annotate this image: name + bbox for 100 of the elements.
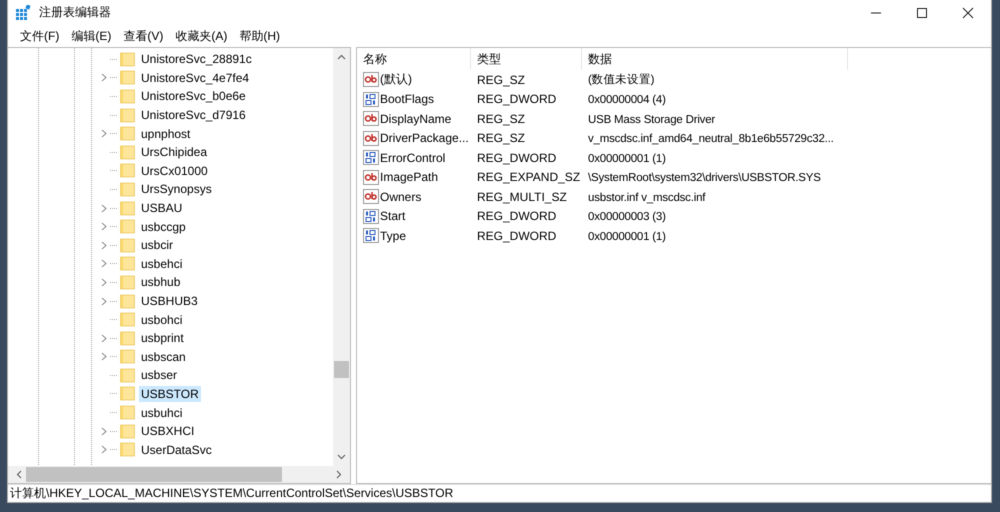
menu-item[interactable]: 收藏夹(A) <box>169 28 234 44</box>
tree-item[interactable]: usbcir <box>139 237 176 254</box>
value-data: v_mscdsc.inf_amd64_neutral_8b1e6b55729c32... <box>588 133 834 146</box>
tree-item[interactable]: usbehci <box>139 256 184 272</box>
value-name[interactable]: DriverPackage... <box>380 131 469 146</box>
expand-chevron-icon[interactable] <box>100 129 108 138</box>
column-header[interactable]: 数据 <box>582 48 848 70</box>
value-name[interactable]: DisplayName <box>380 112 452 126</box>
value-type: REG_DWORD <box>477 92 556 106</box>
value-type: REG_DWORD <box>477 209 556 224</box>
tree-item[interactable]: UrsChipidea <box>139 144 210 160</box>
value-data: usbstor.inf v_mscdsc.inf <box>588 192 706 204</box>
folder-icon <box>120 52 135 67</box>
folder-icon <box>120 330 135 346</box>
expand-chevron-icon[interactable] <box>100 334 108 343</box>
expand-chevron-icon[interactable] <box>100 240 108 250</box>
binary-value-icon <box>363 228 379 244</box>
value-name[interactable]: (默认) <box>380 71 412 88</box>
key-path: 计算机\HKEY_LOCAL_MACHINE\SYSTEM\CurrentControlSet\Services\USBSTOR <box>10 485 454 502</box>
tree-item[interactable]: usbohci <box>139 312 184 328</box>
folder-icon <box>120 386 135 402</box>
vertical-scrollbar[interactable] <box>333 48 350 466</box>
tree-item[interactable]: usbccgp <box>139 218 188 235</box>
expand-chevron-icon[interactable] <box>100 204 108 213</box>
binary-value-icon <box>363 92 379 107</box>
binary-value-icon <box>363 150 379 166</box>
value-name[interactable]: Start <box>380 209 406 224</box>
tree-item[interactable]: USBSTOR <box>139 386 201 402</box>
string-value-icon <box>363 170 379 185</box>
tree-item[interactable]: UrsCx01000 <box>139 162 210 179</box>
expand-chevron-icon[interactable] <box>100 426 108 436</box>
scroll-down-icon[interactable] <box>337 454 346 460</box>
folder-icon <box>120 424 135 439</box>
tree-item[interactable]: usbser <box>139 367 180 384</box>
value-type: REG_MULTI_SZ <box>477 190 567 204</box>
string-value-icon <box>363 189 379 204</box>
column-header[interactable]: 类型 <box>471 48 582 70</box>
folder-icon <box>120 70 135 86</box>
value-type: REG_DWORD <box>477 150 556 165</box>
tree-item[interactable]: UnistoreSvc_28891c <box>139 51 254 68</box>
string-value-icon <box>363 111 379 126</box>
value-name[interactable]: Owners <box>380 190 422 204</box>
tree-item[interactable]: UnistoreSvc_4e7fe4 <box>139 70 252 86</box>
tree-item[interactable]: usbhub <box>139 274 182 290</box>
folder-icon <box>120 108 135 123</box>
tree-item[interactable]: UserDataSvc <box>139 442 214 458</box>
horizontal-scrollbar[interactable] <box>8 466 350 483</box>
folder-icon <box>120 274 135 290</box>
value-type: REG_SZ <box>477 72 526 87</box>
expand-chevron-icon[interactable] <box>100 352 108 362</box>
scrollbar-thumb[interactable] <box>26 467 282 482</box>
expand-chevron-icon[interactable] <box>100 278 108 287</box>
tree-item[interactable]: USBHUB3 <box>139 293 200 310</box>
tree-item[interactable]: USBAU <box>139 200 184 216</box>
column-header[interactable]: 名称 <box>357 48 471 70</box>
value-data: USB Mass Storage Driver <box>588 114 716 126</box>
folder-icon <box>120 126 135 142</box>
value-name[interactable]: ImagePath <box>380 170 438 184</box>
expand-chevron-icon[interactable] <box>100 222 108 232</box>
value-data: 0x00000001 (1) <box>588 230 666 243</box>
folder-icon <box>120 368 135 383</box>
folder-icon <box>120 442 135 458</box>
scrollbar-thumb[interactable] <box>334 361 349 378</box>
tree-item[interactable]: USBXHCI <box>139 423 196 440</box>
value-name[interactable]: Type <box>380 228 406 243</box>
tree-item[interactable]: UnistoreSvc_b0e6e <box>139 88 248 104</box>
folder-icon <box>120 144 135 160</box>
tree-item[interactable]: UrsSynopsys <box>139 181 214 198</box>
value-data: 0x00000001 (1) <box>588 152 666 165</box>
menu-item[interactable]: 帮助(H) <box>233 28 286 44</box>
menu-item[interactable]: 编辑(E) <box>65 28 118 44</box>
value-type: REG_SZ <box>477 112 526 126</box>
value-name[interactable]: ErrorControl <box>380 150 446 165</box>
value-data: (数值未设置) <box>588 74 654 86</box>
tree-item[interactable]: usbprint <box>139 330 186 346</box>
expand-chevron-icon[interactable] <box>100 296 108 306</box>
scroll-right-icon[interactable] <box>336 470 342 479</box>
expand-chevron-icon[interactable] <box>100 259 108 268</box>
string-value-icon <box>363 130 379 146</box>
folder-icon <box>120 182 135 197</box>
folder-icon <box>120 219 135 234</box>
scroll-left-icon[interactable] <box>16 470 22 479</box>
value-type: REG_SZ <box>477 131 526 146</box>
tree-item[interactable]: usbuhci <box>139 404 184 421</box>
folder-icon <box>120 294 135 309</box>
scroll-up-icon[interactable] <box>337 54 346 60</box>
folder-icon <box>120 163 135 178</box>
tree-item[interactable]: upnphost <box>139 126 192 142</box>
expand-chevron-icon[interactable] <box>100 445 108 454</box>
value-data: 0x00000004 (4) <box>588 94 666 106</box>
menu-item[interactable]: 查看(V) <box>117 28 170 44</box>
value-type: REG_EXPAND_SZ <box>477 170 580 184</box>
value-data: 0x00000003 (3) <box>588 211 666 224</box>
value-name[interactable]: BootFlags <box>380 92 434 106</box>
expand-chevron-icon[interactable] <box>100 73 108 82</box>
tree-item[interactable]: usbscan <box>139 348 188 365</box>
folder-icon <box>120 405 135 420</box>
tree-item[interactable]: UnistoreSvc_d7916 <box>139 107 248 124</box>
folder-icon <box>120 238 135 253</box>
menu-item[interactable]: 文件(F) <box>14 28 66 44</box>
